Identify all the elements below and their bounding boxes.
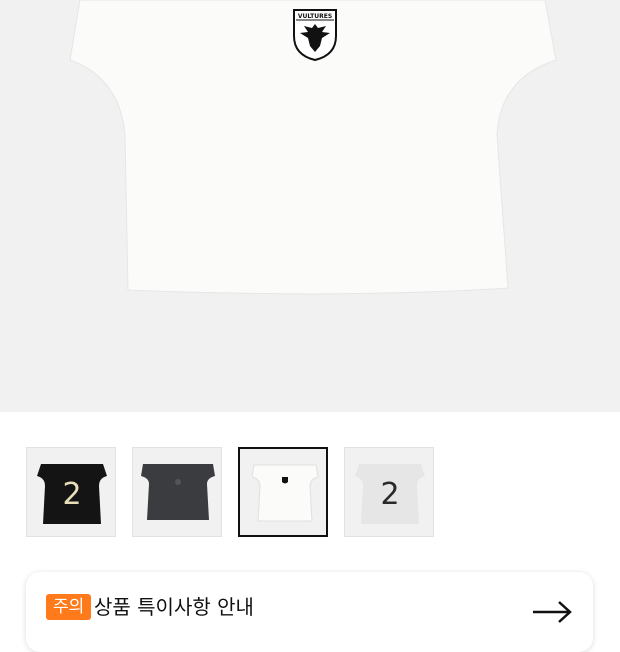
thumbnail-strip: 2 2: [0, 447, 620, 539]
product-main-image[interactable]: VULTURES: [0, 0, 620, 412]
vultures-crest-logo: VULTURES: [293, 9, 337, 62]
thumb-number: 2: [62, 477, 81, 512]
crest-logo-text: VULTURES: [298, 13, 332, 20]
thumb-number: 2: [380, 477, 399, 512]
thumbnail-charcoal-jersey[interactable]: [132, 447, 222, 537]
thumbnail-white-crest-jersey[interactable]: [238, 447, 328, 537]
caution-badge: 주의: [46, 594, 92, 620]
product-notice-card[interactable]: 주의 상품 특이사항 안내: [26, 572, 593, 652]
thumbnail-white-number-jersey[interactable]: 2: [344, 447, 434, 537]
thumbnail-black-jersey[interactable]: 2: [26, 447, 116, 537]
notice-title: 상품 특이사항 안내: [94, 595, 254, 619]
arrow-right-icon[interactable]: [531, 600, 573, 628]
